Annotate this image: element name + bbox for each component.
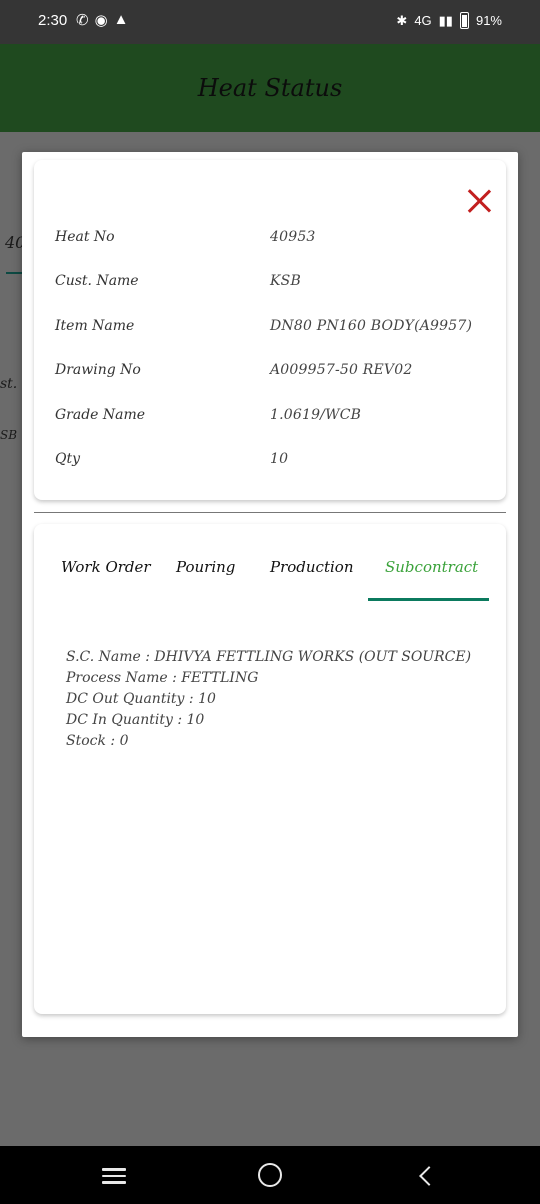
home-icon[interactable] <box>258 1163 282 1187</box>
drawing-no-value: A009957-50 REV02 <box>270 362 413 378</box>
incognito-icon: ◉ <box>94 12 108 29</box>
heat-status-dialog: Heat No 40953 Cust. Name KSB Item Name D… <box>22 152 518 1037</box>
heat-no-label: Heat No <box>55 229 115 245</box>
item-name-label: Item Name <box>55 318 135 334</box>
status-time: 2:30 <box>38 12 68 29</box>
warning-icon: ▲ <box>113 11 129 28</box>
item-name-value: DN80 PN160 BODY(A9957) <box>270 318 473 334</box>
heat-info-card: Heat No 40953 Cust. Name KSB Item Name D… <box>34 160 506 500</box>
tab-production[interactable]: Production <box>270 558 353 576</box>
tab-work-order[interactable]: Work Order <box>61 558 151 576</box>
drawing-no-label: Drawing No <box>55 362 141 378</box>
dc-in-quantity-line: DC In Quantity : 10 <box>66 712 205 728</box>
page-title: Heat Status <box>197 74 343 102</box>
cust-name-label: Cust. Name <box>55 273 139 289</box>
tab-pouring[interactable]: Pouring <box>176 558 235 576</box>
info-row-drawing-no: Drawing No A009957-50 REV02 <box>55 362 495 386</box>
status-right: ✱ 4G ▮▮ 91% <box>396 12 502 29</box>
app-bar: Heat Status <box>0 44 540 132</box>
qty-value: 10 <box>270 451 289 467</box>
info-row-qty: Qty 10 <box>55 451 495 475</box>
grade-name-value: 1.0619/WCB <box>270 407 362 423</box>
tab-subcontract[interactable]: Subcontract <box>385 558 478 576</box>
status-left-icons: ✆ ◉ ▲ <box>76 11 129 29</box>
cust-name-value: KSB <box>270 273 301 289</box>
back-icon[interactable] <box>416 1166 436 1186</box>
section-divider <box>34 512 506 513</box>
battery-level: 91% <box>475 13 502 28</box>
signal-icon: ▮▮ <box>438 12 453 28</box>
network-type: 4G <box>414 13 432 28</box>
background-value-fragment: SB <box>0 428 18 442</box>
recent-apps-icon[interactable] <box>102 1164 128 1190</box>
tab-card: Work Order Pouring Production Subcontrac… <box>34 524 506 1014</box>
info-row-heat-no: Heat No 40953 <box>55 229 495 253</box>
info-row-cust-name: Cust. Name KSB <box>55 273 495 297</box>
dc-out-quantity-line: DC Out Quantity : 10 <box>66 691 216 707</box>
battery-icon <box>459 12 469 29</box>
sc-name-line: S.C. Name : DHIVYA FETTLING WORKS (OUT S… <box>66 649 472 665</box>
qty-label: Qty <box>55 451 81 467</box>
info-row-item-name: Item Name DN80 PN160 BODY(A9957) <box>55 318 495 342</box>
phone-icon: ✆ <box>76 12 89 29</box>
subcontract-details: S.C. Name : DHIVYA FETTLING WORKS (OUT S… <box>66 647 471 752</box>
tab-bar: Work Order Pouring Production Subcontrac… <box>34 524 506 602</box>
heat-no-value: 40953 <box>270 229 316 245</box>
background-label-fragment: st. <box>0 376 18 392</box>
system-nav-bar <box>0 1146 540 1204</box>
active-tab-indicator <box>368 598 489 601</box>
close-icon[interactable] <box>466 188 492 214</box>
info-row-grade-name: Grade Name 1.0619/WCB <box>55 407 495 431</box>
status-bar: 2:30 ✆ ◉ ▲ ✱ 4G ▮▮ 91% <box>0 0 540 44</box>
process-name-line: Process Name : FETTLING <box>66 670 259 686</box>
stock-line: Stock : 0 <box>66 733 129 749</box>
grade-name-label: Grade Name <box>55 407 146 423</box>
bluetooth-icon: ✱ <box>396 12 408 28</box>
